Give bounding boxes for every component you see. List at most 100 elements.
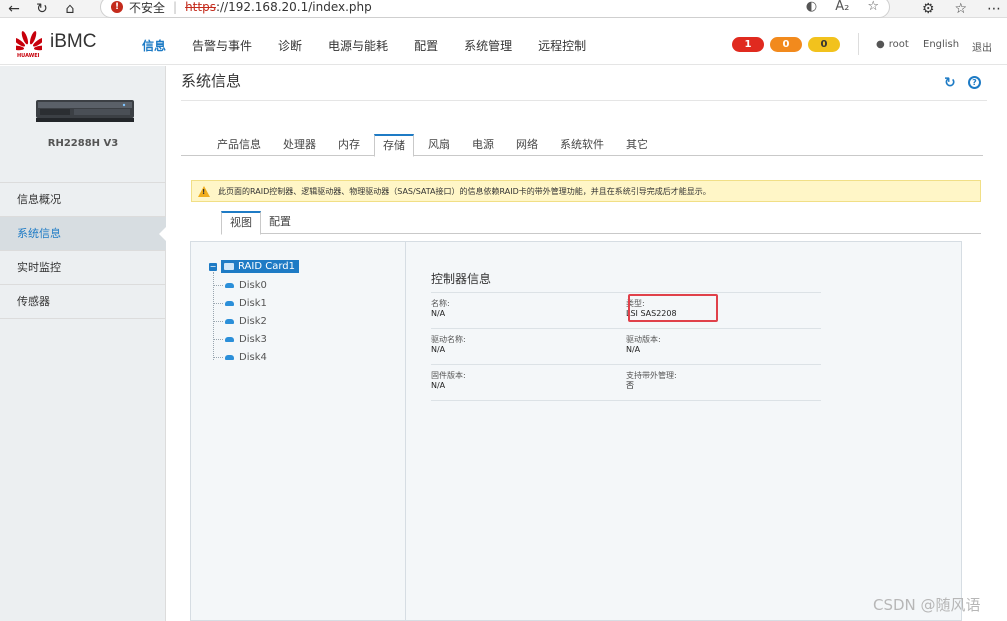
- storage-subtabs: 视图 配置: [221, 211, 981, 235]
- favorites-icon[interactable]: ☆: [954, 0, 967, 18]
- huawei-flower-icon: [16, 31, 42, 51]
- home-icon[interactable]: ⌂: [56, 0, 84, 18]
- major-alarm-badge[interactable]: 0: [770, 37, 802, 52]
- tree-node-disk3[interactable]: Disk3: [214, 334, 267, 345]
- url-text: ://192.168.20.1/index.php: [215, 0, 372, 14]
- info-tabs: 产品信息 处理器 内存 存储 风扇 电源 网络 系统软件 其它: [181, 134, 983, 157]
- tab-system-software[interactable]: 系统软件: [560, 134, 604, 155]
- minor-alarm-badge[interactable]: 0: [808, 37, 840, 52]
- oob-support-field: 支持带外管理: 否: [626, 371, 821, 400]
- sidebar-item-sensors[interactable]: 传感器: [0, 285, 166, 319]
- address-separator: |: [173, 0, 178, 14]
- raid-notice-banner: ! 此页面的RAID控制器、逻辑驱动器、物理驱动器（SAS/SATA接口）的信息…: [191, 180, 981, 202]
- tab-power[interactable]: 电源: [472, 134, 494, 155]
- extensions-icon[interactable]: ⚙: [922, 0, 935, 18]
- language-switch[interactable]: English: [923, 39, 959, 50]
- refresh-icon[interactable]: ↻: [28, 0, 56, 18]
- username: root: [888, 39, 909, 50]
- field-value: N/A: [626, 345, 641, 354]
- tab-network[interactable]: 网络: [516, 134, 538, 155]
- field-value: 否: [626, 381, 634, 390]
- nav-remote-control[interactable]: 远程控制: [538, 37, 586, 54]
- firmware-version-field: 固件版本: N/A: [431, 371, 626, 400]
- user-menu[interactable]: ● root: [876, 39, 909, 50]
- page-refresh-icon[interactable]: ↻: [944, 75, 956, 91]
- server-model: RH2288H V3: [47, 138, 119, 149]
- driver-version-field: 驱动版本: N/A: [626, 335, 821, 364]
- subtab-config[interactable]: 配置: [261, 211, 299, 233]
- main-nav: 信息 告警与事件 诊断 电源与能耗 配置 系统管理 远程控制: [142, 37, 612, 54]
- tree-node-disk0[interactable]: Disk0: [214, 280, 267, 291]
- help-icon[interactable]: ?: [968, 76, 981, 89]
- controller-info-title: 控制器信息: [431, 270, 821, 293]
- warning-icon: !: [198, 185, 210, 197]
- field-label: 驱动版本:: [626, 335, 661, 344]
- tab-fan[interactable]: 风扇: [428, 134, 450, 155]
- disk-icon: [225, 319, 234, 324]
- disk-label: Disk3: [239, 334, 267, 345]
- info-row: 固件版本: N/A 支持带外管理: 否: [431, 365, 821, 401]
- field-value: N/A: [431, 381, 446, 390]
- storage-tree: − RAID Card1 Disk0 Disk1 Disk2 Disk3 Dis…: [191, 242, 406, 620]
- field-value: N/A: [431, 345, 446, 354]
- tree-node-disk1[interactable]: Disk1: [214, 298, 267, 309]
- back-icon[interactable]: ←: [0, 0, 28, 18]
- brand-name: iBMC: [50, 31, 97, 52]
- alarm-counters: 1 0 0: [732, 37, 840, 52]
- tab-other[interactable]: 其它: [626, 134, 648, 155]
- tree-root-node[interactable]: − RAID Card1: [209, 260, 299, 273]
- critical-alarm-badge[interactable]: 1: [732, 37, 764, 52]
- storage-view-panel: − RAID Card1 Disk0 Disk1 Disk2 Disk3 Dis…: [190, 241, 962, 621]
- disk-icon: [225, 355, 234, 360]
- info-row: 名称: N/A 类型: LSI SAS2208: [431, 293, 821, 329]
- tab-memory[interactable]: 内存: [338, 134, 360, 155]
- raid-card-label[interactable]: RAID Card1: [221, 260, 299, 273]
- huawei-logo[interactable]: iBMC: [16, 29, 96, 55]
- tab-processor[interactable]: 处理器: [283, 134, 316, 155]
- app-header: iBMC HUAWEI 信息 告警与事件 诊断 电源与能耗 配置 系统管理 远程…: [0, 19, 1007, 65]
- header-divider: [858, 33, 859, 55]
- more-menu-icon[interactable]: ⋯: [987, 0, 1001, 18]
- nav-info[interactable]: 信息: [142, 37, 166, 54]
- subtab-view[interactable]: 视图: [221, 211, 261, 235]
- tree-node-disk2[interactable]: Disk2: [214, 316, 267, 327]
- server-image: [36, 100, 134, 122]
- tab-product-info[interactable]: 产品信息: [217, 134, 261, 155]
- sidebar-item-realtime-monitor[interactable]: 实时监控: [0, 251, 166, 285]
- field-label: 支持带外管理:: [626, 371, 677, 380]
- not-secure-label: 不安全: [129, 0, 166, 15]
- nav-system-mgmt[interactable]: 系统管理: [464, 37, 512, 54]
- info-row: 驱动名称: N/A 驱动版本: N/A: [431, 329, 821, 365]
- browser-right-icons: ⚙ ☆ ⋯: [922, 0, 1001, 18]
- csdn-watermark: CSDN @随风语: [873, 596, 981, 614]
- nav-diagnosis[interactable]: 诊断: [278, 37, 302, 54]
- type-highlight-box: [628, 294, 718, 322]
- nav-alarms-events[interactable]: 告警与事件: [192, 37, 252, 54]
- notice-text: 此页面的RAID控制器、逻辑驱动器、物理驱动器（SAS/SATA接口）的信息依赖…: [218, 186, 711, 196]
- disk-label: Disk1: [239, 298, 267, 309]
- disk-icon: [225, 283, 234, 288]
- tree-branch-line: [214, 339, 223, 340]
- nav-config[interactable]: 配置: [414, 37, 438, 54]
- raid-card-name: RAID Card1: [238, 261, 295, 272]
- disk-icon: [225, 301, 234, 306]
- name-field: 名称: N/A: [431, 299, 626, 328]
- favorite-star-icon[interactable]: ☆: [867, 0, 879, 14]
- tab-storage[interactable]: 存储: [374, 134, 414, 157]
- field-label: 驱动名称:: [431, 335, 466, 344]
- sidebar-item-system-info[interactable]: 系统信息: [0, 217, 167, 251]
- address-bar[interactable]: ! 不安全 | https ://192.168.20.1/index.php …: [100, 0, 890, 18]
- tree-node-disk4[interactable]: Disk4: [214, 352, 267, 363]
- disk-label: Disk2: [239, 316, 267, 327]
- url-scheme: https: [185, 0, 216, 14]
- translate-icon[interactable]: ◐: [806, 0, 817, 14]
- sidebar-item-overview[interactable]: 信息概况: [0, 183, 166, 217]
- nav-power-energy[interactable]: 电源与能耗: [328, 37, 388, 54]
- browser-toolbar: ← ↻ ⌂ ! 不安全 | https ://192.168.20.1/inde…: [0, 0, 1007, 18]
- address-bar-icons: ◐ A₂ ☆: [806, 0, 879, 14]
- read-aloud-icon[interactable]: A₂: [835, 0, 849, 14]
- not-secure-icon: !: [111, 1, 123, 13]
- collapse-icon[interactable]: −: [209, 262, 217, 271]
- logout-link[interactable]: 退出: [972, 39, 992, 54]
- controller-info: 控制器信息 名称: N/A 类型: LSI SAS2208 驱动名称: N/A …: [431, 270, 831, 401]
